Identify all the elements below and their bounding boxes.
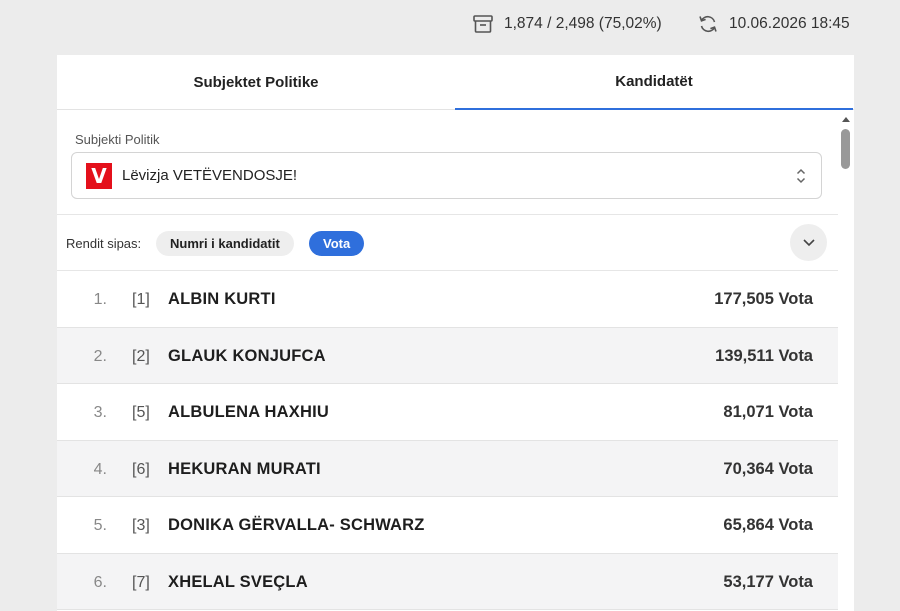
candidate-row[interactable]: 4. [6] HEKURAN MURATI 70,364 Vota (57, 440, 838, 497)
refresh-icon[interactable] (697, 14, 719, 34)
candidate-votes: 177,505 Vota (714, 290, 813, 308)
candidate-name: ALBULENA HAXHIU (168, 403, 329, 421)
candidate-rank: 5. (93, 517, 107, 534)
status-bar: 1,874 / 2,498 (75,02%) 10.06.2026 18:45 (0, 0, 900, 50)
candidate-row[interactable]: 6. [7] XHELAL SVEÇLA 53,177 Vota (57, 553, 838, 610)
candidate-name: HEKURAN MURATI (168, 459, 321, 478)
sort-by-votes-chip[interactable]: Vota (309, 231, 365, 256)
counted-stations: 1,874 / 2,498 (75,02%) (472, 14, 662, 34)
candidate-row[interactable]: 5. [3] DONIKA GËRVALLA- SCHWARZ 65,864 V… (57, 497, 838, 554)
updated-text: 10.06.2026 18:45 (729, 15, 850, 32)
candidate-votes: 139,511 Vota (715, 346, 813, 365)
candidate-number: [5] (132, 404, 150, 421)
candidate-rank: 6. (93, 573, 107, 591)
results-panel: Subjektet Politike Kandidatët Subjekti P… (57, 55, 854, 611)
tab-candidates[interactable]: Kandidatët (455, 55, 853, 110)
sort-by-number-chip[interactable]: Numri i kandidatit (156, 231, 294, 256)
candidate-rank: 3. (93, 404, 107, 421)
candidate-rank: 2. (93, 347, 107, 365)
chevron-updown-icon (795, 167, 807, 190)
candidate-votes: 81,071 Vota (723, 403, 813, 421)
candidate-votes: 70,364 Vota (723, 459, 813, 478)
candidate-number: [2] (132, 347, 150, 365)
ballot-box-icon (472, 14, 494, 34)
scrollbar[interactable] (838, 111, 854, 611)
candidate-list: 1. [1] ALBIN KURTI 177,505 Vota 2. [2] G… (57, 271, 838, 610)
tab-political-subjects[interactable]: Subjektet Politike (57, 55, 455, 110)
candidate-votes: 65,864 Vota (723, 516, 813, 534)
expand-button[interactable] (790, 224, 827, 261)
candidate-rank: 4. (93, 460, 107, 478)
candidate-rank: 1. (93, 291, 107, 308)
candidate-row[interactable]: 1. [1] ALBIN KURTI 177,505 Vota (57, 271, 838, 328)
political-subject-select[interactable]: V Lëvizja VETËVENDOSJE! (71, 152, 822, 199)
candidate-number: [7] (132, 573, 150, 591)
candidate-row[interactable]: 2. [2] GLAUK KONJUFCA 139,511 Vota (57, 327, 838, 384)
candidate-name: XHELAL SVEÇLA (168, 572, 308, 591)
selected-party: Lëvizja VETËVENDOSJE! (122, 167, 298, 184)
candidate-number: [1] (132, 291, 150, 308)
sort-bar: Rendit sipas: Numri i kandidatit Vota (57, 214, 838, 271)
candidate-name: DONIKA GËRVALLA- SCHWARZ (168, 516, 425, 534)
counted-text: 1,874 / 2,498 (75,02%) (504, 15, 662, 32)
candidate-row[interactable]: 3. [5] ALBULENA HAXHIU 81,071 Vota (57, 384, 838, 441)
filter-label: Subjekti Politik (75, 132, 160, 147)
candidate-votes: 53,177 Vota (723, 572, 813, 591)
candidate-number: [6] (132, 460, 150, 478)
scrollbar-thumb[interactable] (841, 129, 850, 169)
sort-label: Rendit sipas: (66, 236, 142, 251)
candidate-name: GLAUK KONJUFCA (168, 346, 326, 365)
tab-bar: Subjektet Politike Kandidatët (57, 55, 854, 110)
candidate-number: [3] (132, 517, 150, 534)
scroll-up-arrow-icon[interactable] (842, 117, 850, 122)
last-updated: 10.06.2026 18:45 (697, 14, 850, 34)
candidate-name: ALBIN KURTI (168, 290, 276, 308)
chevron-down-icon (802, 234, 816, 252)
party-logo: V (86, 162, 112, 189)
